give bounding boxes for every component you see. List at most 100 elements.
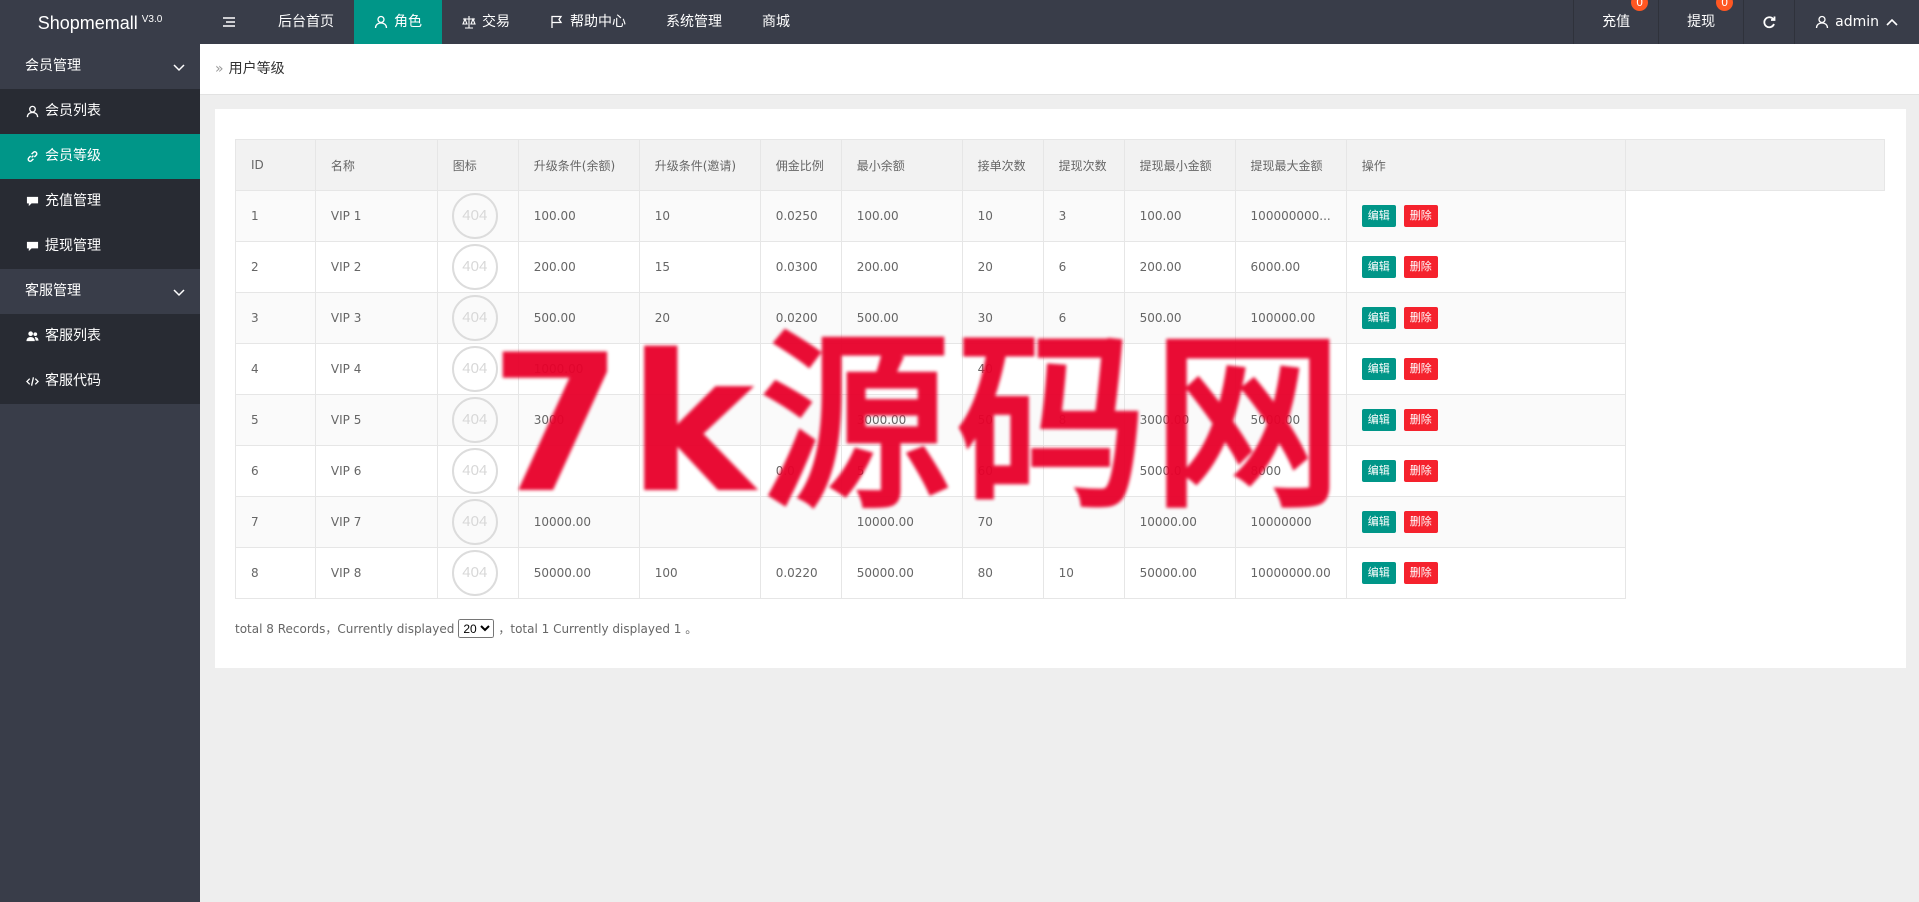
delete-button[interactable]: 删除	[1403, 256, 1438, 278]
actions-cell: 编辑 删除	[1345, 343, 1627, 395]
delete-button[interactable]: 删除	[1403, 358, 1438, 380]
broken-image-icon: 404	[451, 550, 498, 596]
table-cell: 40	[961, 343, 1044, 395]
level-table: ID 名称 图标 升级条件(余额) 升级条件(邀请) 佣金比例 最小余额 接单次数 提现次数 提现…	[235, 139, 1885, 599]
sidebar-item-label: 会员列表	[45, 103, 101, 119]
table-cell	[1234, 343, 1347, 395]
nav-label: 后台首页	[278, 14, 334, 30]
edit-button[interactable]: 编辑	[1361, 358, 1396, 380]
column-header-empty	[1625, 139, 1885, 191]
nav-item-trade[interactable]: 交易	[442, 0, 530, 44]
sidebar: 会员管理 会员列表 会员等级 充值管理 提现管理 客服管理 客服列表 客服代码	[0, 44, 200, 902]
table-cell: 3000.00	[840, 394, 963, 446]
broken-image-icon: 404	[451, 244, 498, 290]
column-header: ID	[235, 139, 316, 191]
broken-image-icon: 404	[451, 448, 498, 494]
actions-cell: 编辑 删除	[1345, 496, 1627, 548]
table-row: 7 VIP 7 404 10000.00 10000.00 70 10000.00 10000…	[235, 496, 1885, 548]
scale-icon	[462, 16, 476, 29]
edit-button[interactable]: 编辑	[1361, 409, 1396, 431]
breadcrumb: » 用户等级	[215, 44, 285, 94]
refresh-icon	[1763, 16, 1776, 29]
column-header: 名称	[314, 139, 438, 191]
nav-item-system[interactable]: 系统管理	[646, 0, 742, 44]
sidebar-item-withdraw[interactable]: 提现管理	[0, 224, 200, 269]
edit-button[interactable]: 编辑	[1361, 460, 1396, 482]
delete-button[interactable]: 删除	[1403, 205, 1438, 227]
nav-item-role[interactable]: 角色	[354, 0, 442, 44]
delete-button[interactable]: 删除	[1403, 307, 1438, 329]
nav-label: 交易	[482, 14, 510, 30]
nav-item-help[interactable]: 帮助中心	[530, 0, 646, 44]
sidebar-item-member-level[interactable]: 会员等级	[0, 134, 200, 179]
table-cell: 20	[638, 292, 761, 344]
table-cell: 10000000.00	[1234, 547, 1347, 599]
recharge-button[interactable]: 充值 0	[1573, 0, 1658, 44]
nav-label: 角色	[394, 14, 422, 30]
table-cell: 50000.00	[1123, 547, 1236, 599]
breadcrumb-current: 用户等级	[228, 61, 285, 77]
nav-item-home[interactable]: 后台首页	[258, 0, 354, 44]
table-cell: 0.0300	[759, 241, 842, 293]
recharge-badge: 0	[1631, 0, 1649, 11]
table-cell: 6	[1042, 292, 1125, 344]
level-table-card: ID 名称 图标 升级条件(余额) 升级条件(邀请) 佣金比例 最小余额 接单次数 提现次数 提现…	[215, 109, 1906, 668]
page-size-select[interactable]: 20	[458, 619, 495, 638]
table-cell	[1123, 343, 1236, 395]
withdraw-badge: 0	[1716, 0, 1734, 11]
sidebar-group-member[interactable]: 会员管理	[0, 44, 200, 89]
user-menu[interactable]: admin	[1794, 0, 1919, 44]
delete-button[interactable]: 删除	[1403, 460, 1438, 482]
table-cell: 2	[235, 241, 316, 293]
column-header: 操作	[1345, 139, 1627, 191]
table-cell	[638, 394, 761, 446]
menu-toggle-button[interactable]	[200, 0, 258, 44]
edit-button[interactable]: 编辑	[1361, 256, 1396, 278]
sidebar-item-service-code[interactable]: 客服代码	[0, 359, 200, 404]
refresh-button[interactable]	[1743, 0, 1794, 44]
table-cell-empty	[1625, 190, 1885, 242]
sidebar-item-label: 提现管理	[45, 238, 101, 254]
edit-button[interactable]: 编辑	[1361, 562, 1396, 584]
delete-button[interactable]: 删除	[1403, 409, 1438, 431]
sidebar-group-service[interactable]: 客服管理	[0, 269, 200, 314]
table-row: 3 VIP 3 404 500.00 20 0.0200 500.00 30 6 500.00 10…	[235, 292, 1885, 344]
menu-fold-icon	[223, 17, 235, 27]
actions-cell: 编辑 删除	[1345, 241, 1627, 293]
sidebar-item-service-list[interactable]: 客服列表	[0, 314, 200, 359]
table-cell: 1	[235, 190, 316, 242]
level-icon-cell: 404	[436, 394, 519, 446]
breadcrumb-bar: » 用户等级	[200, 44, 1919, 95]
column-header: 佣金比例	[759, 139, 842, 191]
sidebar-item-label: 客服列表	[45, 328, 101, 344]
edit-button[interactable]: 编辑	[1361, 511, 1396, 533]
table-cell: 100	[638, 547, 761, 599]
sidebar-item-label: 会员等级	[45, 148, 101, 164]
table-cell: 6000.00	[1234, 241, 1347, 293]
delete-button[interactable]: 删除	[1403, 511, 1438, 533]
delete-button[interactable]: 删除	[1403, 562, 1438, 584]
edit-button[interactable]: 编辑	[1361, 205, 1396, 227]
actions-cell: 编辑 删除	[1345, 190, 1627, 242]
table-cell: 10000.00	[1123, 496, 1236, 548]
table-cell	[759, 343, 842, 395]
table-cell: 20	[961, 241, 1044, 293]
users-icon	[26, 331, 39, 342]
table-cell: 5000.0	[1123, 445, 1236, 497]
logo[interactable]: Shopmemall V3.0	[0, 0, 200, 44]
table-cell	[1042, 445, 1125, 497]
broken-image-icon: 404	[451, 193, 498, 239]
top-header: Shopmemall V3.0 后台首页 角色 交易 帮助中心 系统管理 商城 充…	[0, 0, 1919, 44]
table-cell	[638, 445, 761, 497]
edit-button[interactable]: 编辑	[1361, 307, 1396, 329]
user-icon	[374, 15, 388, 29]
chevron-up-icon	[1886, 18, 1898, 26]
table-cell: 3	[1042, 190, 1125, 242]
nav-item-mall[interactable]: 商城	[742, 0, 810, 44]
withdraw-button[interactable]: 提现 0	[1658, 0, 1743, 44]
table-cell: VIP 1	[314, 190, 438, 242]
sidebar-item-member-list[interactable]: 会员列表	[0, 89, 200, 134]
logo-text: Shopmemall	[37, 13, 138, 33]
table-cell: 8	[235, 547, 316, 599]
sidebar-item-recharge[interactable]: 充值管理	[0, 179, 200, 224]
